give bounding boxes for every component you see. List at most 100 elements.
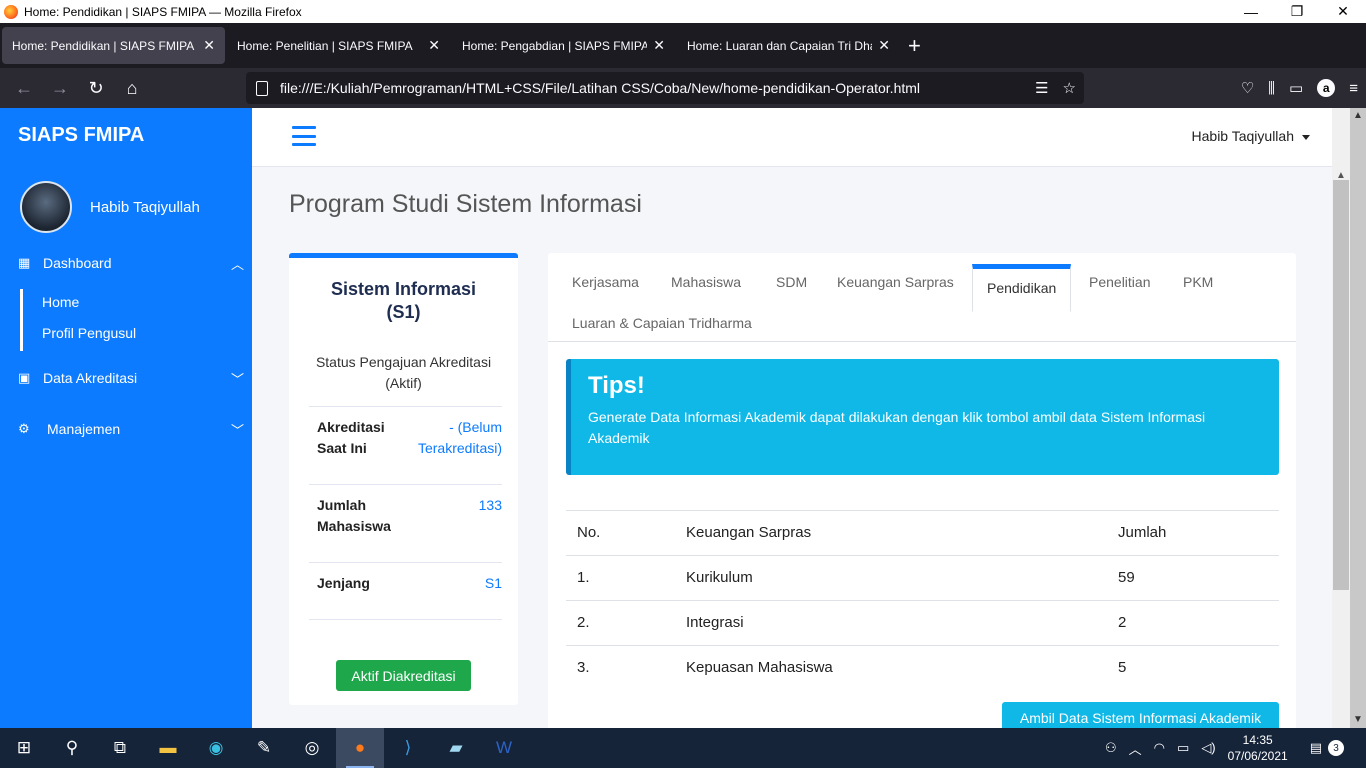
tab-luaran-capaian[interactable]: Luaran & Capaian Tridharma [572,315,752,331]
sidebar-user[interactable]: Habib Taqiyullah [20,181,200,233]
prodi-name-line: Sistem Informasi [330,279,477,299]
outer-scrollbar[interactable]: ▲ ▼ [1350,108,1366,728]
scroll-down-arrow-icon[interactable]: ▼ [1350,714,1366,725]
amazon-extension-icon[interactable]: a [1317,79,1336,97]
sidebar-item-label: Manajemen [47,421,121,437]
info-key: Jumlah Mahasiswa [317,497,391,534]
tab-close-icon[interactable]: ✕ [428,37,440,54]
browser-tab-penelitian[interactable]: Home: Penelitian | SIAPS FMIPA ✕ [227,27,450,64]
sidebar-item-manajemen[interactable]: ⚙ Manajemen ﹀ [18,421,244,438]
browser-tab-pengabdian[interactable]: Home: Pengabdian | SIAPS FMIPA ✕ [452,27,675,64]
hamburger-menu-icon[interactable] [292,126,316,146]
task-view-icon[interactable]: ⧉ [96,728,144,768]
info-value: S1 [484,575,502,591]
tab-penelitian[interactable]: Penelitian [1089,274,1151,290]
app-menu-icon[interactable]: ≡ [1349,80,1358,97]
people-icon[interactable]: ⚇ [1105,740,1117,756]
minimize-button[interactable]: — [1228,0,1274,23]
bookmark-star-icon[interactable]: ☆ [1063,79,1076,97]
home-icon[interactable]: ⌂ [114,72,150,104]
tips-text: Generate Data Informasi Akademik dapat d… [588,409,1206,446]
firefox-logo-icon [4,4,18,19]
volume-icon[interactable]: ◁) [1201,740,1215,756]
calendar-icon: ▣ [18,370,31,385]
sidebar-item-dashboard[interactable]: ▦ Dashboard ︿ [18,255,244,272]
brand-logo[interactable]: SIAPS FMIPA [18,124,144,147]
tab-close-icon[interactable]: ✕ [203,37,215,54]
table-cell: 3. [577,659,590,676]
browser-tab-luaran[interactable]: Home: Luaran dan Capaian Tri Dharma ✕ [677,27,900,64]
chevron-up-icon[interactable]: ︿ [1129,739,1142,758]
sidebar-item-label: Dashboard [43,255,112,271]
column-header: No. [577,524,601,541]
new-tab-icon[interactable]: + [908,33,921,59]
tab-pkm[interactable]: PKM [1183,274,1213,290]
tips-title: Tips! [588,372,645,399]
status-text: Status Pengajuan Akreditasi (Aktif) [289,352,518,394]
prodi-degree: (S1) [386,302,421,322]
clock[interactable]: 14:35 07/06/2021 [1228,732,1288,764]
tab-mahasiswa[interactable]: Mahasiswa [671,274,741,290]
table-cell: 2 [1118,614,1127,631]
tips-callout: Tips! Generate Data Informasi Akademik d… [566,359,1279,475]
reader-view-icon[interactable]: ☰ [1035,79,1048,97]
tab-label: Home: Pendidikan | SIAPS FMIPA [12,38,195,53]
sidebar-item-profil-pengusul[interactable]: Profil Pengusul [42,320,136,351]
browser-tab-pendidikan[interactable]: Home: Pendidikan | SIAPS FMIPA ✕ [2,27,225,64]
scroll-up-arrow-icon[interactable]: ▲ [1350,110,1366,121]
firefox-taskbar-icon[interactable]: ● [336,728,384,768]
topnav-username: Habib Taqiyullah [1191,128,1294,144]
battery-icon[interactable]: ▭ [1177,740,1189,756]
tab-label: Home: Penelitian | SIAPS FMIPA [237,38,413,53]
top-navbar: Habib Taqiyullah [252,108,1332,167]
avatar [20,181,72,233]
notification-icon[interactable]: ▤ [1310,740,1322,756]
tab-close-icon[interactable]: ✕ [878,37,890,54]
tab-pendidikan[interactable]: Pendidikan [972,264,1072,312]
notepad-icon[interactable]: ▰ [432,728,480,768]
paint-icon[interactable]: ✎ [240,728,288,768]
user-dropdown[interactable]: Habib Taqiyullah [1192,128,1310,144]
ambil-data-button[interactable]: Ambil Data Sistem Informasi Akademik [1002,702,1279,728]
tab-keuangan-sarpras[interactable]: Keuangan Sarpras [837,274,954,290]
search-icon[interactable]: ⚲ [48,728,96,768]
forward-arrow-icon[interactable]: → [42,72,78,104]
file-explorer-icon[interactable]: ▬ [144,728,192,768]
table-cell: 1. [577,569,590,586]
windows-taskbar: ⊞ ⚲ ⧉ ▬ ◉ ✎ ◎ ● ⟩ ▰ W ⚇ ︿ ◠ ▭ ◁) 14:35 0… [0,728,1366,768]
back-arrow-icon[interactable]: ← [6,72,42,104]
tab-kerjasama[interactable]: Kerjasama [572,274,639,290]
gear-icon: ⚙ [18,421,30,436]
sidebar-toggle-icon[interactable]: ▭ [1289,79,1303,97]
tab-sdm[interactable]: SDM [776,274,807,290]
page-scrollbar[interactable]: ▲ [1332,108,1350,728]
sidebar-item-data-akreditasi[interactable]: ▣ Data Akreditasi ﹀ [18,370,244,387]
word-icon[interactable]: W [480,728,528,768]
address-bar[interactable]: file:///E:/Kuliah/Pemrograman/HTML+CSS/F… [246,72,1084,104]
library-icon[interactable]: ⫼ [1268,80,1275,97]
sidebar: SIAPS FMIPA Habib Taqiyullah ▦ Dashboard… [0,108,252,728]
windows-start-icon[interactable]: ⊞ [0,728,48,768]
close-window-button[interactable]: ✕ [1320,0,1366,23]
wifi-icon[interactable]: ◠ [1154,740,1165,756]
table-row: 3. Kepuasan Mahasiswa 5 [566,645,1279,690]
reload-icon[interactable]: ↻ [78,72,114,104]
media-player-icon[interactable]: ◎ [288,728,336,768]
tab-label: Home: Pengabdian | SIAPS FMIPA [462,38,648,53]
prodi-name: Sistem Informasi (S1) [289,278,518,324]
grid-icon: ▦ [18,255,31,270]
status-label: Status Pengajuan Akreditasi [315,354,492,370]
vscode-icon[interactable]: ⟩ [384,728,432,768]
notification-count-badge: 3 [1328,740,1344,756]
info-value: 133 [478,497,502,513]
chevron-up-icon: ︿ [230,256,244,272]
edge-icon[interactable]: ◉ [192,728,240,768]
scrollbar-thumb[interactable] [1333,180,1349,590]
restore-button[interactable]: ❐ [1274,0,1320,23]
pocket-icon[interactable]: ♡ [1241,79,1254,97]
aktif-diakreditasi-button[interactable]: Aktif Diakreditasi [336,660,471,691]
table-cell: Kurikulum [686,569,753,586]
sidebar-item-home[interactable]: Home [42,289,136,320]
tab-close-icon[interactable]: ✕ [653,37,665,54]
browser-toolbar: ← → ↻ ⌂ file:///E:/Kuliah/Pemrograman/HT… [0,68,1366,108]
